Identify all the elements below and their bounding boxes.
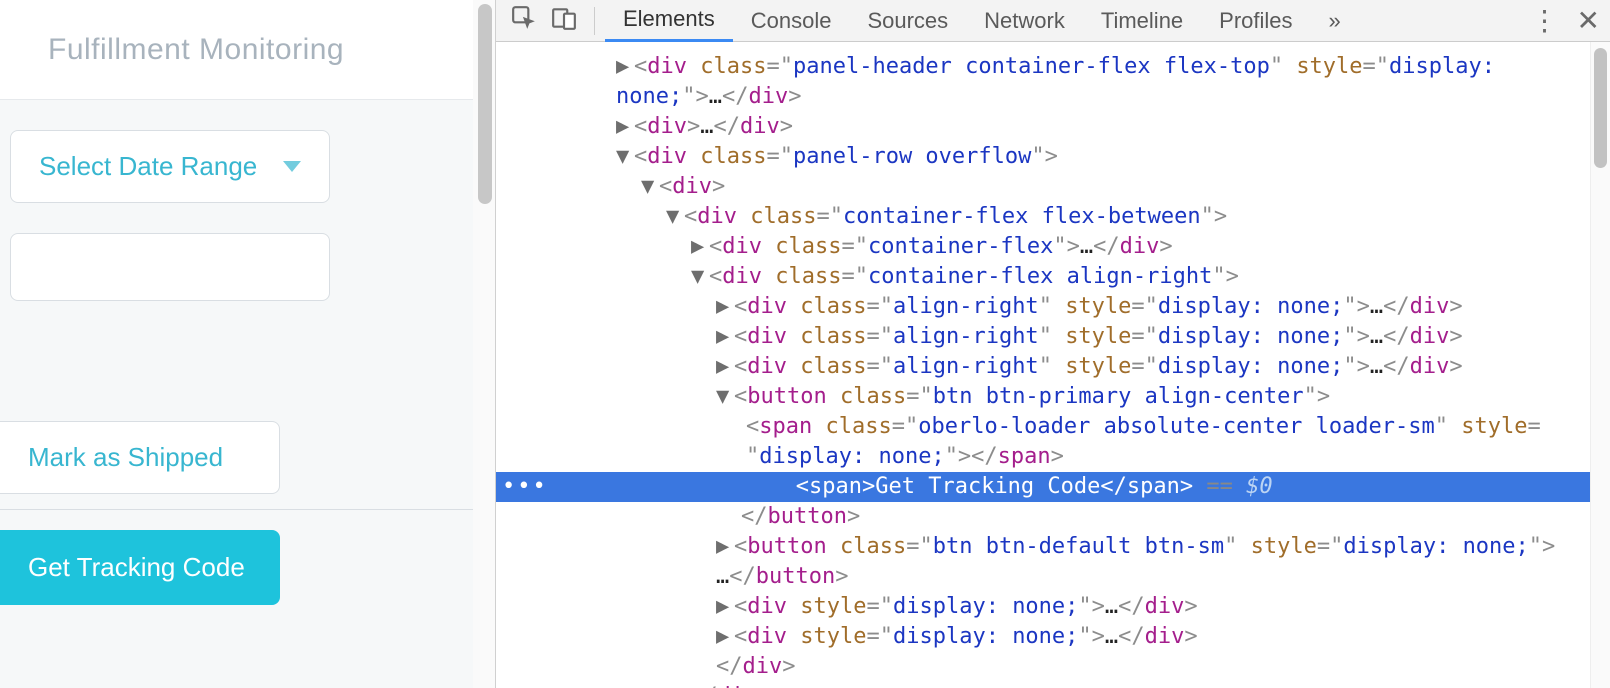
page-title: Fulfillment Monitoring: [48, 33, 344, 67]
dom-node[interactable]: "display: none;"></span>: [496, 442, 1610, 472]
tab-overflow[interactable]: »: [1311, 1, 1359, 41]
selected-node-text: Get Tracking Code: [875, 472, 1100, 502]
devtools-tabbar: Elements Console Sources Network Timelin…: [496, 0, 1610, 42]
dom-node[interactable]: ▶<div style="display: none;">…</div>: [496, 622, 1610, 652]
tab-console[interactable]: Console: [733, 1, 850, 41]
dom-node[interactable]: ▼<div>: [496, 172, 1610, 202]
ellipsis-icon[interactable]: •••: [496, 472, 556, 502]
dom-node[interactable]: ▶<div class="panel-header container-flex…: [496, 52, 1610, 82]
app-scrollbar-thumb[interactable]: [478, 4, 492, 204]
devtools-scrollbar-thumb[interactable]: [1594, 48, 1607, 168]
elements-tree[interactable]: ▶<div class="panel-header container-flex…: [496, 42, 1610, 688]
device-icon: [551, 5, 577, 37]
get-tracking-code-button[interactable]: Get Tracking Code: [0, 530, 280, 605]
app-panel: Fulfillment Monitoring Select Date Range…: [0, 0, 495, 688]
dom-node[interactable]: …</button>: [496, 562, 1610, 592]
dom-node[interactable]: ▼<div class="panel-row overflow">: [496, 142, 1610, 172]
tab-sources[interactable]: Sources: [849, 1, 966, 41]
dom-node[interactable]: ▶<div>…</div>: [496, 112, 1610, 142]
inspect-element-button[interactable]: [504, 1, 544, 41]
dom-node[interactable]: ▼<button class="btn btn-primary align-ce…: [496, 382, 1610, 412]
tab-timeline[interactable]: Timeline: [1083, 1, 1201, 41]
device-toolbar-button[interactable]: [544, 1, 584, 41]
chevron-down-icon: [283, 161, 301, 172]
filter-card-blank[interactable]: [10, 233, 330, 301]
app-body: Select Date Range Mark as Shipped Get Tr…: [0, 100, 495, 688]
dom-node[interactable]: </div>: [496, 652, 1610, 682]
dom-node[interactable]: ▶<div class="align-right" style="display…: [496, 322, 1610, 352]
dom-node[interactable]: ▶<div class="align-right" style="display…: [496, 292, 1610, 322]
dom-node[interactable]: none;">…</div>: [496, 82, 1610, 112]
tab-elements[interactable]: Elements: [605, 0, 733, 42]
dom-node[interactable]: ▼<div class="container-flex align-right"…: [496, 262, 1610, 292]
dom-node[interactable]: ▶<div style="display: none;">…</div>: [496, 592, 1610, 622]
get-tracking-code-label: Get Tracking Code: [28, 552, 245, 582]
inspect-icon: [511, 5, 537, 37]
tab-divider: [594, 7, 595, 35]
divider: [0, 509, 495, 510]
dom-node[interactable]: ▼<div class="container-flex flex-between…: [496, 202, 1610, 232]
mark-as-shipped-label: Mark as Shipped: [28, 442, 223, 472]
app-scrollbar[interactable]: [473, 0, 495, 688]
dom-node[interactable]: ▶<div class="align-right" style="display…: [496, 352, 1610, 382]
kebab-menu-icon[interactable]: ⋮: [1531, 4, 1559, 37]
dom-node[interactable]: </div>: [496, 682, 1610, 688]
tab-profiles[interactable]: Profiles: [1201, 1, 1310, 41]
devtools-panel: Elements Console Sources Network Timelin…: [495, 0, 1610, 688]
date-range-label: Select Date Range: [39, 151, 257, 182]
app-header: Fulfillment Monitoring: [0, 0, 495, 100]
mark-as-shipped-button[interactable]: Mark as Shipped: [0, 421, 280, 494]
tab-network[interactable]: Network: [966, 1, 1083, 41]
dom-node-selected[interactable]: ••• <span>Get Tracking Code</span> == $0: [496, 472, 1610, 502]
dom-node[interactable]: <span class="oberlo-loader absolute-cent…: [496, 412, 1610, 442]
devtools-scrollbar[interactable]: [1590, 42, 1610, 688]
date-range-select[interactable]: Select Date Range: [10, 130, 330, 203]
dom-node[interactable]: ▶<div class="container-flex">…</div>: [496, 232, 1610, 262]
dom-node[interactable]: </button>: [496, 502, 1610, 532]
dom-node[interactable]: ▶<button class="btn btn-default btn-sm" …: [496, 532, 1610, 562]
close-icon[interactable]: ✕: [1577, 4, 1600, 37]
